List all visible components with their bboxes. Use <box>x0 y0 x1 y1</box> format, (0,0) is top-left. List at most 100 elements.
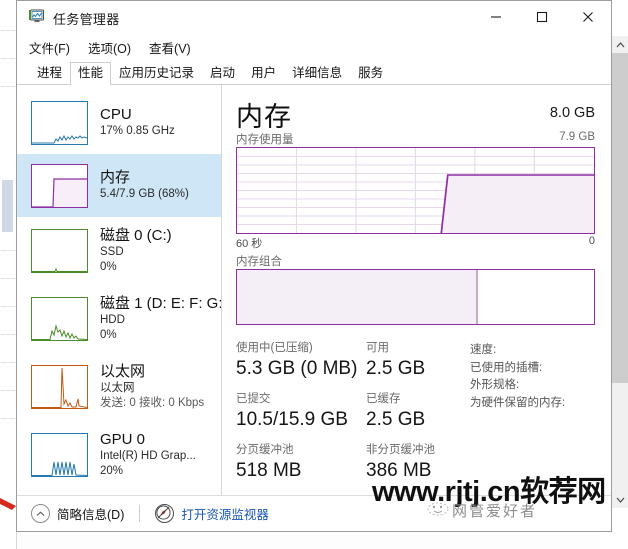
usage-graph-svg <box>237 148 594 233</box>
usage-label-row: 内存使用量 7.9 GB <box>236 131 595 147</box>
tab-services[interactable]: 服务 <box>350 62 391 85</box>
stat-available: 可用 2.5 GB <box>366 341 466 381</box>
stat-label: 已缓存 <box>366 393 401 405</box>
tab-strip: 进程 性能 应用历史记录 启动 用户 详细信息 服务 <box>17 61 611 85</box>
sidebar-item-sub: 17% 0.85 GHz <box>100 125 175 137</box>
open-resource-monitor-link[interactable]: 打开资源监视器 <box>155 504 269 523</box>
usage-axis-left: 60 秒 <box>236 238 263 250</box>
stat-label: 已提交 <box>236 393 271 405</box>
sidebar-item-sub2: 0% <box>100 329 117 341</box>
task-manager-icon <box>29 9 46 24</box>
sidebar-item-sub: 以太网 <box>100 382 135 394</box>
sidebar-item-memory[interactable]: 内存 5.4/7.9 GB (68%) <box>17 154 221 217</box>
scroll-down-arrow[interactable] <box>612 491 628 508</box>
content-area: CPU 17% 0.85 GHz 内存 5.4/7.9 GB (68%) 磁盘 … <box>17 85 611 522</box>
tab-app-history[interactable]: 应用历史记录 <box>111 62 202 85</box>
resource-monitor-label: 打开资源监视器 <box>181 508 269 522</box>
sidebar-item-label: 磁盘 0 (C:) <box>100 227 172 244</box>
fewer-details-label: 简略信息(D) <box>57 508 125 522</box>
stat-label: 非分页缓冲池 <box>366 444 435 456</box>
menu-item-file[interactable]: 文件(F) <box>29 38 70 57</box>
composition-label-row: 内存组合 <box>236 253 595 269</box>
tab-users[interactable]: 用户 <box>243 62 284 85</box>
stat-value: 518 MB <box>236 460 302 481</box>
resource-sidebar: CPU 17% 0.85 GHz 内存 5.4/7.9 GB (68%) 磁盘 … <box>17 85 222 522</box>
total-capacity: 8.0 GB <box>549 105 595 121</box>
sidebar-item-sub2: 0% <box>100 261 117 273</box>
memory-thumbnail-graph <box>31 163 88 208</box>
stat-paged-pool: 分页缓冲池 518 MB <box>236 443 366 483</box>
maximize-button[interactable] <box>519 1 565 32</box>
background-scrollbar[interactable] <box>611 36 628 508</box>
sidebar-memory-text: 内存 5.4/7.9 GB (68%) <box>100 169 189 202</box>
usage-max-label: 7.9 GB <box>559 131 595 143</box>
sysinfo-form-factor: 外形规格: <box>470 379 520 391</box>
sidebar-item-disk-0[interactable]: 磁盘 0 (C:) SSD 0% <box>17 217 221 285</box>
sidebar-item-sub: HDD <box>100 314 125 326</box>
sidebar-item-label: 内存 <box>100 169 131 186</box>
stat-value: 5.3 GB (0 MB) <box>236 358 358 379</box>
sidebar-gpu0-text: GPU 0 Intel(R) HD Grap... 20% <box>100 431 196 479</box>
watermark-doodle-icon <box>424 498 452 523</box>
scroll-up-arrow[interactable] <box>612 36 628 53</box>
watermark-secondary: 网管爱好者 <box>452 503 538 520</box>
footer-separator <box>139 505 141 522</box>
sidebar-item-cpu[interactable]: CPU 17% 0.85 GHz <box>17 91 221 154</box>
stat-label: 分页缓冲池 <box>236 444 294 456</box>
usage-section-label: 内存使用量 <box>236 134 294 146</box>
stat-cached: 已缓存 2.5 GB <box>366 392 466 432</box>
sidebar-ethernet-text: 以太网 以太网 发送: 0 接收: 0 Kbps <box>100 363 204 411</box>
memory-composition-bar <box>236 269 595 325</box>
ethernet-thumbnail-graph <box>31 365 88 409</box>
stat-in-use: 使用中(已压缩) 5.3 GB (0 MB) <box>236 341 366 381</box>
menu-item-view[interactable]: 查看(V) <box>149 38 191 57</box>
composition-divider <box>476 270 479 324</box>
minimize-button[interactable] <box>473 1 519 32</box>
stat-label: 使用中(已压缩) <box>236 342 313 354</box>
sidebar-item-sub2: 发送: 0 接收: 0 Kbps <box>100 397 205 409</box>
sidebar-item-sub: Intel(R) HD Grap... <box>100 450 196 462</box>
tab-performance[interactable]: 性能 <box>70 62 112 85</box>
cpu-thumbnail-graph <box>31 100 88 145</box>
stat-value: 10.5/15.9 GB <box>236 409 348 430</box>
sysinfo-hardware-reserved: 为硬件保留的内存: <box>470 396 566 409</box>
disk1-thumbnail-graph <box>31 297 88 341</box>
title-bar[interactable]: 任务管理器 <box>17 1 611 35</box>
sidebar-item-label: CPU <box>100 106 132 123</box>
task-manager-window: 任务管理器 文件(F) 选项(O) 查看(V) 进程 性能 应用历史记录 启动 … <box>16 0 612 532</box>
sysinfo-slots-used: 已使用的插槽: <box>470 361 543 374</box>
fewer-details-button[interactable]: 简略信息(D) <box>31 504 124 523</box>
usage-axis-right: 0 <box>588 235 595 247</box>
composition-in-use-fill <box>237 270 477 324</box>
composition-section-label: 内存组合 <box>236 256 282 268</box>
sidebar-disk0-text: 磁盘 0 (C:) SSD 0% <box>100 227 172 275</box>
tab-startup[interactable]: 启动 <box>202 62 243 85</box>
background-red-marker <box>0 492 16 514</box>
resource-monitor-icon <box>155 504 175 523</box>
disk0-thumbnail-graph <box>31 229 88 273</box>
sidebar-item-ethernet[interactable]: 以太网 以太网 发送: 0 接收: 0 Kbps <box>17 353 221 421</box>
stat-row-1: 使用中(已压缩) 5.3 GB (0 MB) 可用 2.5 GB <box>236 341 466 381</box>
usage-axis-row: 60 秒 0 <box>236 234 595 251</box>
sidebar-cpu-text: CPU 17% 0.85 GHz <box>100 106 175 139</box>
sysinfo-speed: 速度: <box>470 344 497 356</box>
close-button[interactable] <box>565 1 611 32</box>
stat-committed: 已提交 10.5/15.9 GB <box>236 392 366 432</box>
memory-detail-panel: 内存 8.0 GB 内存使用量 7.9 GB 60 秒 0 内存组合 使用中(已… <box>222 85 611 522</box>
sidebar-item-label: 以太网 <box>100 363 146 380</box>
stat-value: 2.5 GB <box>366 358 426 379</box>
screen: 爻 ? b 駐 試 誌 ▨ 共 ▬ <box>0 0 628 549</box>
menu-bar: 文件(F) 选项(O) 查看(V) <box>17 35 611 59</box>
sidebar-item-gpu-0[interactable]: GPU 0 Intel(R) HD Grap... 20% <box>17 421 221 489</box>
background-window-left <box>0 0 17 549</box>
tab-processes[interactable]: 进程 <box>29 62 70 85</box>
sidebar-item-disk-1[interactable]: 磁盘 1 (D: E: F: G:) HDD 0% <box>17 285 221 353</box>
usage-graph-wrapper: 60 秒 0 <box>236 147 595 251</box>
scrollbar-thumb[interactable] <box>612 53 628 383</box>
tab-details[interactable]: 详细信息 <box>284 62 350 85</box>
sidebar-item-sub: 5.4/7.9 GB (68%) <box>100 188 189 200</box>
gpu0-thumbnail-graph <box>31 433 88 477</box>
memory-usage-graph <box>236 147 595 234</box>
stat-row-2: 已提交 10.5/15.9 GB 已缓存 2.5 GB <box>236 392 466 432</box>
menu-item-options[interactable]: 选项(O) <box>88 38 131 57</box>
